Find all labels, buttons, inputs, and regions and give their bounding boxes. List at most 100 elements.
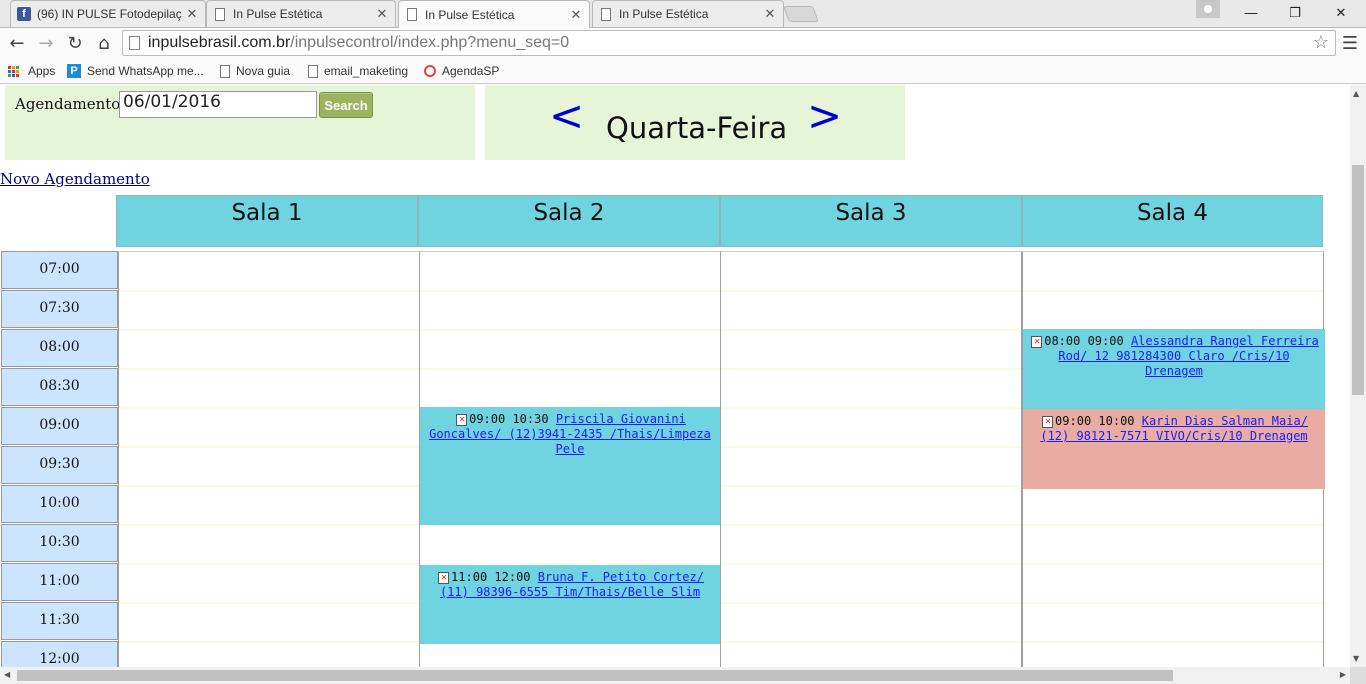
room-column-3[interactable] xyxy=(720,251,1022,667)
back-arrow-icon[interactable]: ← xyxy=(5,31,29,55)
time-slot-label: 10:00 xyxy=(1,485,118,523)
scroll-up-icon[interactable]: ▲ xyxy=(1353,89,1359,98)
time-slot-label: 07:30 xyxy=(1,290,118,328)
scrollbar-thumb[interactable] xyxy=(1352,165,1364,395)
time-slot-divider xyxy=(119,407,419,409)
appointment-time: 09:00 10:30 xyxy=(469,412,549,426)
time-slot-label: 12:00 xyxy=(1,641,118,667)
time-slot-divider xyxy=(119,446,419,448)
minimize-button[interactable]: ― xyxy=(1228,0,1274,26)
scrollbar-corner xyxy=(1350,667,1366,684)
appointment-block[interactable]: 09:00 10:00 Karin Dias Salman Maia/ (12)… xyxy=(1023,409,1325,489)
page-icon xyxy=(129,36,140,50)
appointment-block[interactable]: 08:00 09:00 Alessandra Rangel Ferreira R… xyxy=(1023,329,1325,409)
new-appointment-link[interactable]: Novo Agendamento xyxy=(0,170,150,188)
bookmark-agendasp[interactable]: AgendaSP xyxy=(424,62,499,80)
home-icon[interactable]: ⌂ xyxy=(92,31,116,55)
apps-icon xyxy=(8,64,22,78)
day-panel: < Quarta-Feira > xyxy=(485,85,905,160)
bookmark-nova-guia[interactable]: Nova guia xyxy=(220,62,290,80)
tab-strip: f (96) IN PULSE Fotodepilaç ✕ In Pulse E… xyxy=(0,0,1366,28)
reload-icon[interactable]: ↻ xyxy=(63,31,87,55)
close-icon[interactable]: ✕ xyxy=(185,6,199,22)
url-domain: inpulsebrasil.com.br xyxy=(148,34,291,51)
bookmark-label: Send WhatsApp me... xyxy=(87,64,204,78)
time-slot-divider xyxy=(119,602,419,604)
time-slot-label: 09:00 xyxy=(1,407,118,445)
time-slot-divider xyxy=(721,563,1021,565)
next-day-link[interactable]: > xyxy=(807,95,842,137)
close-icon[interactable]: ✕ xyxy=(763,6,777,22)
time-slot-label: 11:00 xyxy=(1,563,118,601)
time-slot-divider xyxy=(721,290,1021,292)
time-slot-divider xyxy=(721,524,1021,526)
bookmark-send-whatsapp[interactable]: P Send WhatsApp me... xyxy=(67,62,204,80)
time-slot-divider xyxy=(1023,602,1323,604)
scroll-right-icon[interactable]: ▶ xyxy=(1340,670,1346,679)
day-name: Quarta-Feira xyxy=(606,111,788,145)
time-slot-divider xyxy=(721,485,1021,487)
room-header-4: Sala 4 xyxy=(1022,195,1323,247)
time-slot-label: 08:00 xyxy=(1,329,118,367)
browser-tab-4[interactable]: In Pulse Estética ✕ xyxy=(592,0,784,27)
close-icon[interactable]: ✕ xyxy=(569,7,583,23)
close-window-button[interactable]: ✕ xyxy=(1318,0,1364,26)
browser-tab-3[interactable]: In Pulse Estética ✕ xyxy=(398,0,590,28)
search-button[interactable]: Search xyxy=(319,92,373,118)
delete-icon[interactable] xyxy=(454,411,468,426)
bookmark-label: email_maketing xyxy=(324,64,409,78)
time-slot-divider xyxy=(1023,641,1323,643)
bookmark-label: Nova guia xyxy=(236,64,291,78)
url-path: /inpulsecontrol/index.php?menu_seq=0 xyxy=(290,34,570,51)
appointment-time: 11:00 12:00 xyxy=(451,570,531,584)
appointment-block[interactable]: 11:00 12:00 Bruna F. Petito Cortez/ (11)… xyxy=(420,565,720,644)
delete-icon[interactable] xyxy=(436,569,450,584)
new-tab-button[interactable] xyxy=(783,6,819,22)
time-slot-divider xyxy=(119,329,419,331)
time-slot-divider xyxy=(721,329,1021,331)
close-icon[interactable]: ✕ xyxy=(375,6,389,22)
time-slot-divider xyxy=(1023,524,1323,526)
delete-icon[interactable] xyxy=(1040,413,1054,428)
profile-icon[interactable] xyxy=(1196,0,1220,18)
time-slot-divider xyxy=(119,524,419,526)
browser-tab-2[interactable]: In Pulse Estética ✕ xyxy=(206,0,396,27)
time-slot-divider xyxy=(119,290,419,292)
time-slot-label: 07:00 xyxy=(1,251,118,289)
tab-title: In Pulse Estética xyxy=(619,7,709,21)
room-header-1: Sala 1 xyxy=(116,195,418,247)
date-input[interactable]: 06/01/2016 xyxy=(119,91,317,118)
room-header-3: Sala 3 xyxy=(720,195,1022,247)
scroll-left-icon[interactable]: ◀ xyxy=(4,670,10,679)
time-slot-divider xyxy=(721,368,1021,370)
bookmarks-bar: Apps P Send WhatsApp me... Nova guia ema… xyxy=(0,58,1366,84)
forward-arrow-icon[interactable]: → xyxy=(34,31,58,55)
time-slot-divider xyxy=(1023,290,1323,292)
address-bar[interactable]: inpulsebrasil.com.br/inpulsecontrol/inde… xyxy=(122,30,1336,56)
time-slot-divider xyxy=(420,329,720,331)
room-column-1[interactable] xyxy=(118,251,420,667)
browser-tab-1[interactable]: f (96) IN PULSE Fotodepilaç ✕ xyxy=(10,0,206,27)
page-viewport: Agendamento: 06/01/2016 Search < Quarta-… xyxy=(0,85,1350,667)
vertical-scrollbar[interactable]: ▲ ▼ xyxy=(1350,85,1366,667)
star-icon[interactable]: ☆ xyxy=(1313,32,1329,53)
bookmark-apps[interactable]: Apps xyxy=(8,62,55,80)
previous-day-link[interactable]: < xyxy=(549,95,584,137)
horizontal-scrollbar[interactable]: ◀ ▶ xyxy=(0,667,1350,684)
appointment-time: 08:00 09:00 xyxy=(1044,334,1124,348)
page-icon xyxy=(215,7,225,21)
page-icon xyxy=(407,8,417,21)
clock-icon xyxy=(424,65,436,77)
tab-title: (96) IN PULSE Fotodepilaç xyxy=(37,7,182,21)
tab-title: In Pulse Estética xyxy=(425,7,515,22)
appointment-block[interactable]: 09:00 10:30 Priscila Giovanini Goncalves… xyxy=(420,407,720,525)
scrollbar-thumb[interactable] xyxy=(17,670,1173,681)
page-icon xyxy=(601,7,611,21)
menu-icon[interactable]: ☰ xyxy=(1340,33,1360,54)
scroll-down-icon[interactable]: ▼ xyxy=(1353,654,1359,663)
page-icon xyxy=(308,64,318,78)
delete-icon[interactable] xyxy=(1029,333,1043,348)
bookmark-email-maketing[interactable]: email_maketing xyxy=(308,62,408,80)
restore-button[interactable]: ❐ xyxy=(1272,0,1318,26)
search-panel: Agendamento: 06/01/2016 Search xyxy=(5,85,475,160)
